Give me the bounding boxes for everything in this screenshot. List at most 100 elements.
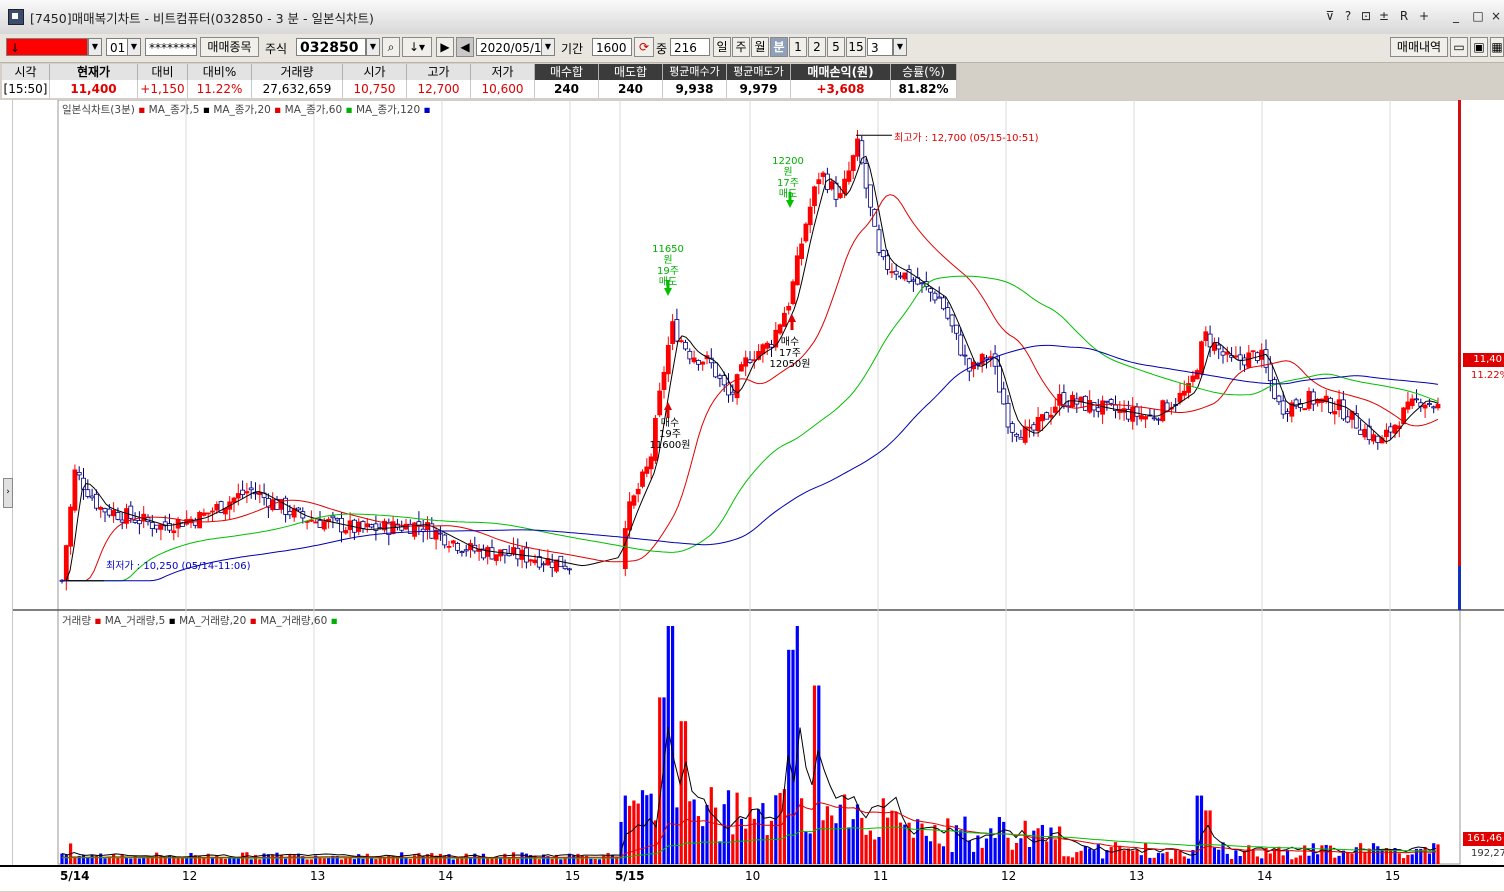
candle bbox=[984, 357, 989, 360]
volume-bar bbox=[64, 854, 68, 864]
settings-icon[interactable]: ± bbox=[1376, 8, 1392, 24]
app-icon bbox=[8, 9, 24, 25]
candle bbox=[167, 523, 172, 531]
volume-bar bbox=[1015, 842, 1019, 864]
volume-bar bbox=[1109, 847, 1113, 864]
interval-day-button[interactable]: 일 bbox=[713, 37, 731, 57]
filter-icon[interactable]: ⊽ bbox=[1322, 8, 1338, 24]
candle bbox=[257, 492, 263, 495]
screen-icon[interactable]: ⊡ bbox=[1358, 8, 1374, 24]
legend-vol-ma60: MA_거래량,60 bbox=[260, 615, 328, 627]
chart-area[interactable] bbox=[0, 99, 1504, 889]
date-dropdown-icon[interactable]: ▼ bbox=[541, 38, 555, 56]
plus-icon[interactable]: + bbox=[1416, 8, 1432, 24]
volume-bar bbox=[804, 831, 808, 864]
account-suffix-dropdown-icon[interactable]: ▼ bbox=[127, 38, 141, 56]
volume-bar bbox=[1234, 850, 1238, 864]
save-icon[interactable]: ▣ bbox=[1470, 37, 1488, 57]
volume-bar bbox=[1040, 824, 1044, 864]
candle bbox=[928, 288, 933, 293]
candle bbox=[463, 549, 469, 552]
interval-2-button[interactable]: 2 bbox=[808, 37, 826, 57]
legend-ma20: MA_종가,20 bbox=[213, 104, 271, 116]
candle bbox=[459, 551, 465, 554]
back-icon[interactable]: ◀ bbox=[456, 37, 474, 57]
help-icon[interactable]: ? bbox=[1340, 8, 1356, 24]
candle bbox=[1375, 435, 1381, 443]
volume-bar bbox=[589, 858, 593, 864]
chart-canvas[interactable] bbox=[0, 99, 1504, 889]
interval-1-button[interactable]: 1 bbox=[789, 37, 807, 57]
export-icon[interactable]: ▦ bbox=[1490, 37, 1504, 57]
minute-dropdown-icon[interactable]: ▼ bbox=[893, 38, 907, 56]
search-icon[interactable]: ⌕ bbox=[382, 37, 400, 57]
volume-bar bbox=[60, 853, 64, 864]
volume-bar bbox=[279, 855, 283, 864]
interval-week-button[interactable]: 주 bbox=[732, 37, 750, 57]
volume-bar bbox=[1058, 826, 1062, 864]
candle bbox=[1216, 344, 1222, 350]
account-field[interactable]: ↓ bbox=[6, 38, 88, 56]
interval-month-button[interactable]: 월 bbox=[751, 37, 769, 57]
stock-code-field[interactable]: 032850 bbox=[296, 38, 366, 56]
trade-history-button[interactable]: 매매내역 bbox=[1390, 37, 1448, 57]
code-dropdown-icon[interactable]: ▼ bbox=[366, 38, 380, 56]
volume-bar bbox=[714, 807, 718, 864]
candle bbox=[442, 534, 448, 546]
side-panel-toggle-icon[interactable]: › bbox=[3, 478, 13, 508]
trade-stock-button[interactable]: 매매종목 bbox=[200, 37, 259, 57]
candle bbox=[687, 350, 693, 360]
volume-bar bbox=[456, 858, 460, 864]
sort-icon[interactable]: ↓▾ bbox=[402, 37, 432, 57]
candle bbox=[412, 522, 418, 537]
candle bbox=[919, 282, 925, 285]
account-dropdown-icon[interactable]: ▼ bbox=[88, 38, 102, 56]
volume-bar bbox=[593, 858, 597, 864]
candle bbox=[85, 489, 91, 497]
quote-winrate: 81.82% bbox=[891, 80, 957, 98]
right-level-bar-low bbox=[1458, 566, 1461, 610]
open-folder-icon[interactable]: ▭ bbox=[1450, 37, 1468, 57]
quote-header-change: 대비 bbox=[138, 64, 188, 80]
volume-bar bbox=[1152, 857, 1156, 864]
period-field[interactable]: 1600 bbox=[592, 38, 632, 56]
candle bbox=[528, 559, 534, 562]
volume-bar bbox=[688, 801, 692, 864]
date-field[interactable]: 2020/05/15 bbox=[476, 38, 542, 56]
volume-bar bbox=[984, 838, 989, 864]
volume-bar bbox=[236, 857, 240, 864]
password-field[interactable]: ********* bbox=[145, 38, 197, 56]
candle bbox=[863, 163, 869, 189]
volume-bar bbox=[873, 839, 877, 864]
volume-bar bbox=[1122, 850, 1126, 864]
candle bbox=[567, 568, 572, 571]
candle bbox=[554, 559, 559, 572]
candle bbox=[1267, 363, 1273, 382]
candle bbox=[1246, 352, 1252, 368]
candle bbox=[799, 243, 804, 259]
candle bbox=[889, 271, 895, 274]
volume-bar bbox=[103, 858, 107, 864]
volume-bar bbox=[916, 819, 920, 864]
x-label-11: 11 bbox=[873, 869, 889, 883]
candle bbox=[997, 365, 1002, 393]
middle-field[interactable]: 216 bbox=[670, 38, 710, 56]
candle bbox=[334, 517, 340, 521]
interval-15-button[interactable]: 15 bbox=[846, 37, 866, 57]
maximize-button[interactable]: □ bbox=[1470, 8, 1486, 24]
interval-5-button[interactable]: 5 bbox=[827, 37, 845, 57]
volume-bar bbox=[933, 825, 937, 864]
minute-value-field[interactable]: 3 bbox=[867, 38, 893, 56]
close-button[interactable]: × bbox=[1488, 8, 1504, 24]
interval-minute-button[interactable]: 분 bbox=[770, 37, 788, 57]
account-suffix-field[interactable]: 01 bbox=[106, 38, 128, 56]
volume-bar bbox=[339, 859, 344, 864]
play-icon[interactable]: ▶ bbox=[436, 37, 454, 57]
r-icon[interactable]: R bbox=[1396, 8, 1412, 24]
refresh-icon[interactable]: ⟳ bbox=[634, 37, 654, 57]
candle bbox=[627, 501, 632, 531]
x-label-12a: 12 bbox=[182, 869, 198, 883]
candle bbox=[235, 493, 241, 499]
candle bbox=[1302, 408, 1308, 411]
minimize-button[interactable]: _ bbox=[1448, 8, 1464, 24]
